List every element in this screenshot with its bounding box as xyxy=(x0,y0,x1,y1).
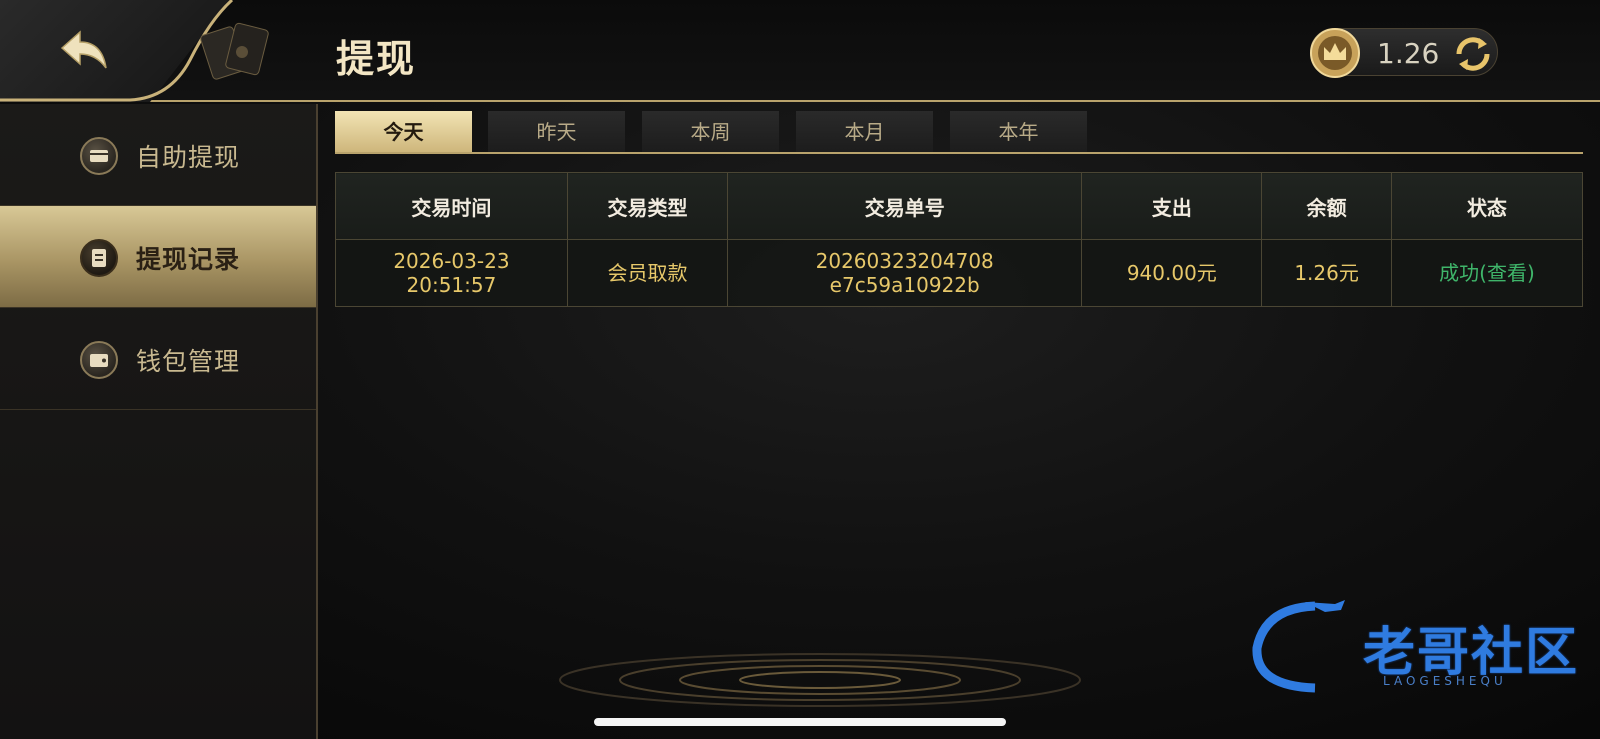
tab-this-week[interactable]: 本周 xyxy=(642,111,779,153)
wallet-icon xyxy=(80,341,118,379)
balance-display: 1.26 xyxy=(1310,28,1498,78)
cell-expense: 940.00元 xyxy=(1081,239,1263,307)
time-date: 2026-03-23 xyxy=(393,249,510,273)
cell-type: 会员取款 xyxy=(566,239,729,307)
cell-order-number: 20260323204708 e7c59a10922b xyxy=(727,239,1083,307)
sidebar-item-self-withdraw[interactable]: 自助提现 xyxy=(0,104,316,206)
card-icon xyxy=(80,137,118,175)
page-title: 提现 xyxy=(336,37,417,81)
tab-this-month[interactable]: 本月 xyxy=(796,111,933,153)
playing-cards-icon xyxy=(200,22,269,80)
withdraw-record-table: 交易时间 交易类型 交易单号 支出 余额 状态 2026-03-23 20:51… xyxy=(335,172,1584,307)
watermark-subtext: LAOGESHEQU xyxy=(1383,674,1507,688)
home-indicator[interactable] xyxy=(594,718,1006,726)
tab-today[interactable]: 今天 xyxy=(335,111,472,153)
sidebar-item-label: 钱包管理 xyxy=(136,347,241,376)
order-number-part: 20260323204708 xyxy=(815,249,994,273)
back-arrow-icon xyxy=(60,30,107,69)
column-header: 支出 xyxy=(1081,172,1263,240)
table-header-row: 交易时间 交易类型 交易单号 支出 余额 状态 xyxy=(335,172,1584,240)
sidebar: 自助提现 提现记录 钱包管理 xyxy=(0,104,318,739)
sidebar-item-label: 提现记录 xyxy=(136,245,241,274)
cell-status-link[interactable]: 成功(查看) xyxy=(1390,239,1584,307)
watermark-logo: 老哥社区 LAOGESHEQU xyxy=(1245,598,1585,698)
time-clock: 20:51:57 xyxy=(406,273,497,297)
tab-this-year[interactable]: 本年 xyxy=(950,111,1087,153)
refresh-icon[interactable] xyxy=(1451,32,1495,76)
table-row: 2026-03-23 20:51:57 会员取款 20260323204708 … xyxy=(335,239,1584,307)
column-header: 状态 xyxy=(1390,172,1584,240)
back-button[interactable] xyxy=(58,30,110,72)
column-header: 交易类型 xyxy=(566,172,729,240)
record-icon xyxy=(80,239,118,277)
sidebar-item-label: 自助提现 xyxy=(136,143,241,172)
order-number-part: e7c59a10922b xyxy=(829,273,980,297)
tab-yesterday[interactable]: 昨天 xyxy=(488,111,625,153)
crown-coin-icon xyxy=(1310,28,1360,78)
column-header: 交易时间 xyxy=(335,172,568,240)
cell-time: 2026-03-23 20:51:57 xyxy=(335,239,568,307)
dragon-icon xyxy=(1252,600,1345,693)
tabs-divider xyxy=(335,152,1583,154)
cell-balance: 1.26元 xyxy=(1261,239,1392,307)
sidebar-item-withdraw-record[interactable]: 提现记录 xyxy=(0,206,316,308)
column-header: 余额 xyxy=(1261,172,1392,240)
top-bar: 提现 1.26 xyxy=(0,0,1600,102)
sidebar-item-wallet-manage[interactable]: 钱包管理 xyxy=(0,308,316,410)
column-header: 交易单号 xyxy=(727,172,1083,240)
balance-value: 1.26 xyxy=(1377,37,1440,70)
